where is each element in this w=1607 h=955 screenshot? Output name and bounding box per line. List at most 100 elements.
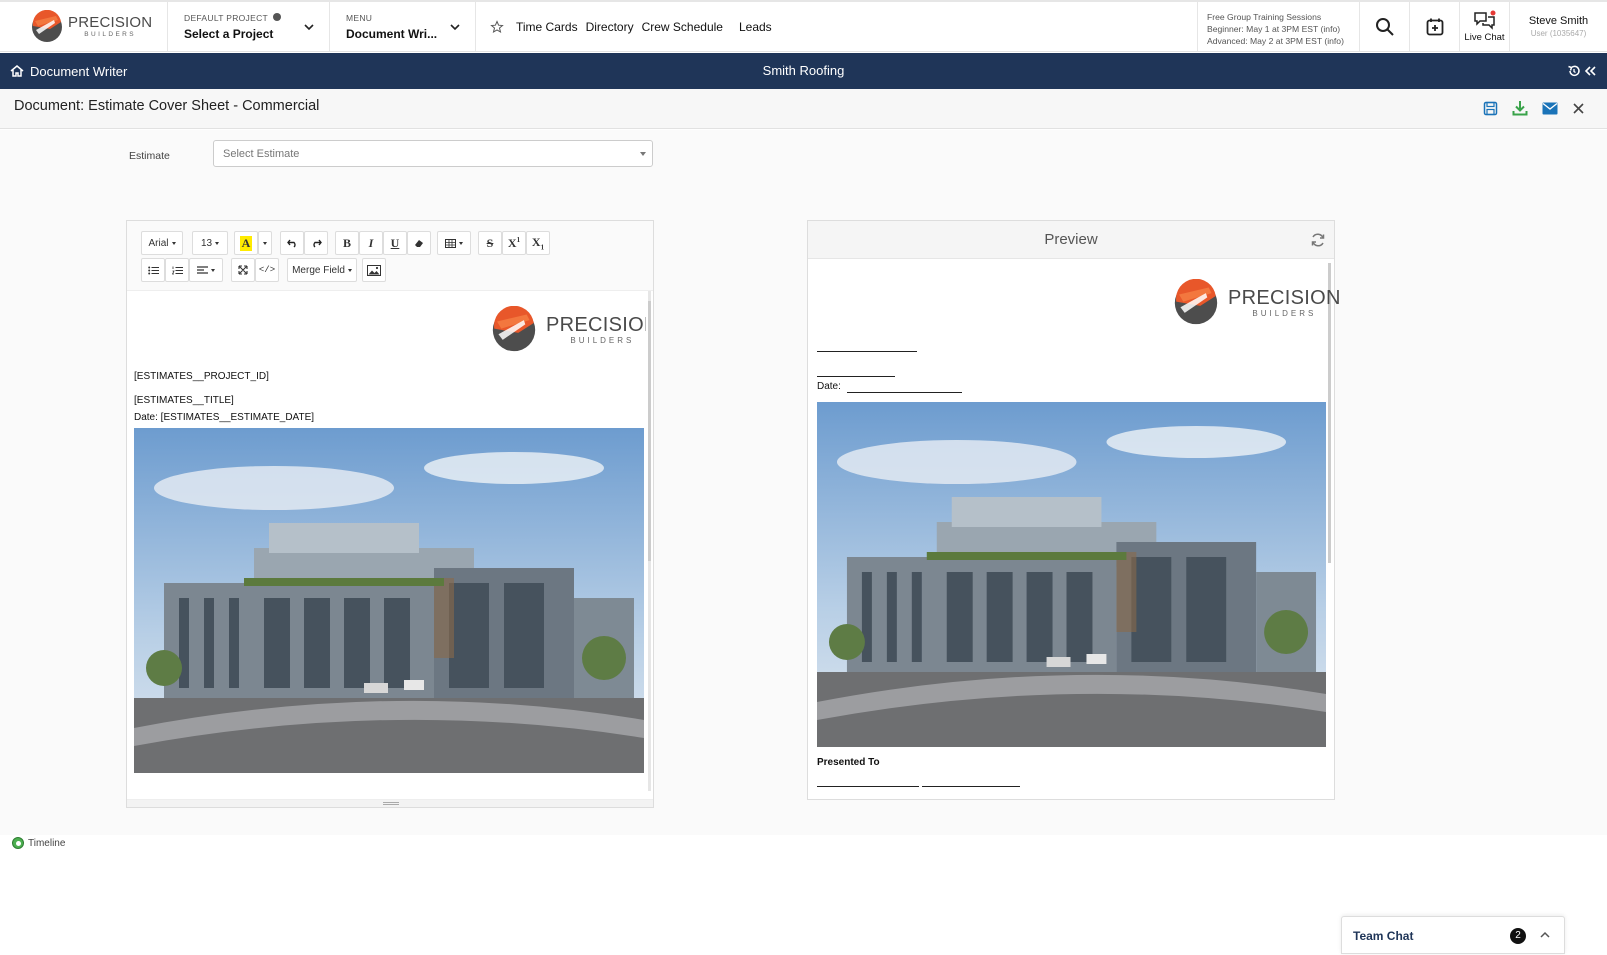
history-icon[interactable] bbox=[1567, 64, 1581, 78]
project-selector-value: Select a Project bbox=[184, 26, 274, 41]
code-view-button[interactable]: </> bbox=[255, 258, 279, 282]
table-icon bbox=[445, 238, 456, 248]
star-icon[interactable] bbox=[490, 19, 504, 34]
menu-selector[interactable]: MENU Document Wri... bbox=[330, 2, 476, 51]
code-icon: </> bbox=[258, 265, 276, 275]
estimate-select-placeholder: Select Estimate bbox=[223, 148, 300, 160]
logo-mark-icon bbox=[1174, 279, 1218, 325]
text-color-button[interactable]: A bbox=[234, 231, 258, 255]
fullscreen-button[interactable] bbox=[231, 258, 255, 282]
preview-logo: PRECISION BUILDERS bbox=[1172, 279, 1341, 327]
user-menu[interactable]: Steve Smith User (1035647) bbox=[1509, 2, 1607, 51]
editor-resize-handle[interactable] bbox=[127, 799, 653, 807]
redo-icon bbox=[312, 239, 322, 248]
numbered-list-button[interactable] bbox=[165, 258, 189, 282]
strikethrough-icon: S bbox=[486, 235, 494, 250]
merge-field-project-id: [ESTIMATES__PROJECT_ID] bbox=[134, 371, 269, 382]
blank-line bbox=[922, 786, 1020, 787]
live-chat-button[interactable]: Live Chat bbox=[1459, 2, 1509, 51]
live-chat-label: Live Chat bbox=[1464, 32, 1505, 43]
editor-workspace: Estimate Select Estimate Arial 13 A B I … bbox=[0, 130, 1607, 835]
estimate-select[interactable]: Select Estimate bbox=[213, 140, 653, 167]
merge-field-title: [ESTIMATES__TITLE] bbox=[134, 395, 234, 406]
eraser-icon bbox=[415, 240, 423, 247]
document-title-bar: Document: Estimate Cover Sheet - Commerc… bbox=[0, 89, 1607, 129]
document-title: Document: Estimate Cover Sheet - Commerc… bbox=[14, 98, 320, 114]
image-icon bbox=[367, 264, 381, 276]
font-size-dropdown[interactable]: 13 bbox=[192, 231, 228, 255]
strikethrough-button[interactable]: S bbox=[478, 231, 502, 255]
team-chat-widget[interactable]: Team Chat 2 bbox=[1341, 916, 1565, 954]
redo-button[interactable] bbox=[304, 231, 328, 255]
module-home-link[interactable]: Document Writer bbox=[10, 53, 127, 89]
calendar-button[interactable] bbox=[1409, 2, 1459, 51]
building-photo-icon bbox=[134, 428, 644, 773]
building-photo-icon bbox=[817, 402, 1326, 747]
superscript-icon: X1 bbox=[507, 235, 521, 250]
close-icon[interactable] bbox=[1572, 102, 1585, 115]
collapse-icon[interactable] bbox=[1583, 64, 1597, 78]
company-name: Smith Roofing bbox=[762, 63, 845, 78]
undo-icon bbox=[286, 239, 296, 248]
download-icon[interactable] bbox=[1512, 100, 1528, 116]
project-selector[interactable]: DEFAULT PROJECT Select a Project bbox=[168, 2, 330, 51]
document-logo-wordmark: PRECISION bbox=[546, 314, 646, 336]
building-image bbox=[134, 428, 644, 773]
calendar-add-icon bbox=[1426, 18, 1443, 35]
user-id: User (1035647) bbox=[1530, 29, 1587, 38]
merge-field-date: Date: [ESTIMATES__ESTIMATE_DATE] bbox=[134, 412, 315, 423]
refresh-icon[interactable] bbox=[1310, 232, 1326, 248]
chevron-down-icon bbox=[450, 23, 460, 30]
bold-icon: B bbox=[342, 235, 351, 250]
bullet-list-button[interactable] bbox=[141, 258, 165, 282]
font-family-dropdown[interactable]: Arial bbox=[141, 231, 183, 255]
document-logo-subtext: BUILDERS bbox=[570, 336, 635, 345]
timeline-status-icon bbox=[12, 837, 24, 849]
quick-link-time-cards[interactable]: Time Cards bbox=[516, 20, 578, 34]
editor-scrollbar[interactable] bbox=[648, 291, 651, 791]
email-icon[interactable] bbox=[1542, 102, 1558, 115]
search-button[interactable] bbox=[1359, 2, 1409, 51]
blank-line bbox=[817, 786, 919, 787]
module-title: Document Writer bbox=[30, 63, 128, 79]
info-icon bbox=[272, 13, 281, 22]
bold-button[interactable]: B bbox=[335, 231, 359, 255]
training-beginner[interactable]: Beginner: May 1 at 3PM EST (info) bbox=[1207, 23, 1359, 35]
numbered-list-icon bbox=[171, 266, 183, 274]
insert-image-button[interactable] bbox=[362, 258, 386, 282]
font-family-value: Arial bbox=[148, 237, 169, 249]
text-color-dropdown[interactable] bbox=[258, 231, 272, 255]
font-size-value: 13 bbox=[200, 237, 213, 249]
save-icon[interactable] bbox=[1483, 101, 1498, 116]
superscript-button[interactable]: X1 bbox=[502, 231, 526, 255]
merge-field-dropdown[interactable]: Merge Field bbox=[287, 258, 357, 282]
quick-link-leads[interactable]: Leads bbox=[739, 20, 772, 34]
align-left-icon bbox=[197, 265, 208, 274]
quick-links: Time Cards Directory Crew Schedule Leads bbox=[476, 2, 1197, 51]
editor-content[interactable]: PRECISION BUILDERS [ESTIMATES__PROJECT_I… bbox=[127, 291, 646, 801]
document-editor: Arial 13 A B I U S X1 X1 </> Merge Field… bbox=[126, 220, 654, 808]
align-dropdown[interactable] bbox=[189, 258, 223, 282]
brand-logo[interactable]: PRECISION BUILDERS bbox=[0, 2, 168, 51]
training-advanced[interactable]: Advanced: May 2 at 3PM EST (info) bbox=[1207, 35, 1359, 47]
subscript-button[interactable]: X1 bbox=[526, 231, 550, 255]
chevron-up-icon[interactable] bbox=[1539, 930, 1551, 940]
underline-button[interactable]: U bbox=[383, 231, 407, 255]
preview-title: Preview bbox=[808, 221, 1334, 259]
quick-link-directory[interactable]: Directory bbox=[586, 20, 634, 34]
timeline-toggle[interactable]: Timeline bbox=[12, 837, 65, 849]
training-sessions[interactable]: Free Group Training Sessions Beginner: M… bbox=[1197, 2, 1359, 51]
dropdown-caret-icon bbox=[640, 152, 646, 156]
chat-bubbles-icon bbox=[1473, 10, 1495, 30]
quick-link-crew-schedule[interactable]: Crew Schedule bbox=[642, 20, 723, 34]
undo-button[interactable] bbox=[280, 231, 304, 255]
merge-field-label: Merge Field bbox=[292, 264, 345, 276]
module-bar: Document Writer Smith Roofing bbox=[0, 53, 1607, 89]
preview-logo-subtext: BUILDERS bbox=[1252, 309, 1317, 318]
project-selector-label: DEFAULT PROJECT bbox=[184, 12, 268, 23]
top-bar: PRECISION BUILDERS DEFAULT PROJECT Selec… bbox=[0, 0, 1607, 52]
table-button[interactable] bbox=[437, 231, 471, 255]
italic-button[interactable]: I bbox=[359, 231, 383, 255]
preview-building-image bbox=[817, 402, 1326, 747]
clear-format-button[interactable] bbox=[407, 231, 431, 255]
